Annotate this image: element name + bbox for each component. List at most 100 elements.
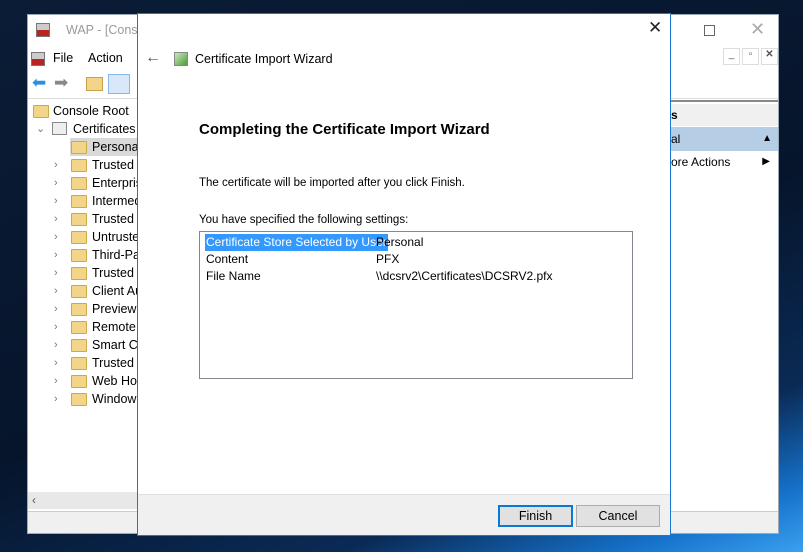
mmc-app-icon (36, 23, 50, 37)
actions-section-label: al (671, 132, 681, 146)
folder-icon (71, 267, 87, 280)
chevron-right-icon[interactable]: › (54, 156, 64, 174)
close-icon[interactable]: ✕ (648, 18, 662, 38)
tree-label: Console Root (53, 104, 129, 118)
tree-label: Certificates ( (73, 122, 138, 136)
tree-label: Trusted D (92, 356, 138, 370)
chevron-right-icon[interactable]: › (54, 210, 64, 228)
chevron-right-icon[interactable]: › (54, 318, 64, 336)
folder-icon (33, 105, 49, 118)
mdi-restore-button[interactable]: ▫ (742, 48, 759, 65)
tree-label: Enterpris (92, 176, 138, 190)
folder-icon (71, 375, 87, 388)
settings-list[interactable]: Certificate Store Selected by User Person… (199, 231, 633, 379)
back-arrow-icon[interactable]: ⬅ (32, 73, 46, 93)
folder-icon (71, 321, 87, 334)
actions-section-personal[interactable]: al ▲ (671, 127, 778, 151)
dialog-title: Certificate Import Wizard (195, 52, 333, 66)
wizard-message: The certificate will be imported after y… (199, 177, 465, 189)
tree-label: Remote (92, 320, 136, 334)
close-button[interactable]: ✕ (750, 19, 765, 40)
back-arrow-icon[interactable]: ← (145, 49, 161, 67)
settings-row[interactable]: File Name \\dcsrv2\Certificates\DCSRV2.pf… (205, 268, 625, 285)
tree-item[interactable]: › Third-Pa (54, 246, 138, 264)
tree-label: Client Au (92, 284, 138, 298)
tree-item[interactable]: › Web Hos (54, 372, 138, 390)
show-hide-tree-icon[interactable] (108, 74, 130, 94)
setting-name: Content (206, 252, 249, 266)
tree-item[interactable]: › Enterpris (54, 174, 138, 192)
tree-label: Smart Ca (92, 338, 138, 352)
chevron-right-icon[interactable]: › (54, 192, 64, 210)
folder-icon (71, 141, 87, 154)
tree-label: Trusted R (92, 158, 138, 172)
more-actions[interactable]: ore Actions ▶ (671, 152, 778, 172)
actions-header: s (671, 104, 778, 126)
folder-icon (71, 177, 87, 190)
tree-item[interactable]: › Smart Ca (54, 336, 138, 354)
folder-icon (71, 249, 87, 262)
tree-item[interactable]: › Trusted R (54, 156, 138, 174)
chevron-right-icon[interactable]: › (54, 246, 64, 264)
tree-item[interactable]: › Window (54, 390, 138, 408)
settings-row[interactable]: Certificate Store Selected by User Person… (205, 234, 625, 251)
tree-item[interactable]: › Intermed (54, 192, 138, 210)
forward-arrow-icon[interactable]: ➡ (54, 73, 68, 93)
setting-value: PFX (376, 252, 400, 266)
certificate-wizard-icon (174, 52, 188, 66)
folder-icon (71, 195, 87, 208)
setting-name: File Name (206, 269, 261, 283)
folder-icon (71, 339, 87, 352)
certificate-import-wizard-dialog: ✕ ← Certificate Import Wizard Completing… (137, 13, 671, 536)
actions-pane: s al ▲ ore Actions ▶ (671, 100, 778, 490)
dialog-footer: Finish Cancel (138, 494, 670, 535)
mmc-menu-icon (31, 52, 45, 66)
more-actions-label: ore Actions (671, 155, 731, 169)
maximize-button[interactable] (704, 25, 715, 36)
wizard-heading: Completing the Certificate Import Wizard (199, 121, 490, 138)
chevron-right-icon[interactable]: › (54, 354, 64, 372)
chevron-right-icon[interactable]: › (54, 336, 64, 354)
up-folder-icon[interactable] (86, 77, 103, 91)
setting-name: Certificate Store Selected by User (205, 234, 388, 251)
certificate-icon (52, 122, 67, 135)
tree-item[interactable]: › Remote (54, 318, 138, 336)
chevron-right-icon[interactable]: › (54, 372, 64, 390)
tree-item[interactable]: › Untruste (54, 228, 138, 246)
submenu-arrow-icon: ▶ (762, 156, 770, 167)
h-scrollbar[interactable]: ‹ (28, 492, 138, 509)
chevron-right-icon[interactable]: › (54, 174, 64, 192)
chevron-right-icon[interactable]: › (54, 282, 64, 300)
settings-label: You have specified the following setting… (199, 214, 409, 226)
tree-item[interactable]: › Trusted P (54, 264, 138, 282)
scroll-left-icon[interactable]: ‹ (32, 493, 36, 507)
folder-icon (71, 159, 87, 172)
tree-item[interactable]: › Trusted D (54, 354, 138, 372)
mdi-close-button[interactable]: ✕ (761, 48, 778, 65)
tree-label: Intermed (92, 194, 138, 208)
cancel-button[interactable]: Cancel (576, 505, 660, 527)
menu-file[interactable]: File (53, 51, 73, 65)
menu-action[interactable]: Action (88, 51, 123, 65)
folder-icon (71, 303, 87, 316)
tree-item[interactable]: › Client Au (54, 282, 138, 300)
chevron-right-icon[interactable]: › (54, 264, 64, 282)
tree-label: Trusted P (92, 212, 138, 226)
chevron-right-icon[interactable]: › (54, 390, 64, 408)
tree-item-certificates[interactable]: ⌄ Certificates ( (36, 120, 138, 138)
console-tree: Console Root ⌄ Certificates ( Personal › T… (28, 100, 138, 500)
finish-button[interactable]: Finish (498, 505, 573, 527)
setting-value: Personal (376, 235, 424, 249)
folder-icon (71, 285, 87, 298)
chevron-down-icon[interactable]: ⌄ (36, 120, 46, 138)
chevron-right-icon[interactable]: › (54, 300, 64, 318)
folder-icon (71, 231, 87, 244)
tree-item[interactable]: › Trusted P (54, 210, 138, 228)
chevron-right-icon[interactable]: › (54, 228, 64, 246)
tree-item[interactable]: Personal (70, 138, 138, 156)
tree-label: Window (92, 392, 137, 406)
collapse-up-icon[interactable]: ▲ (762, 127, 772, 151)
tree-item[interactable]: › Preview (54, 300, 138, 318)
mdi-minimize-button[interactable]: _ (723, 48, 740, 65)
settings-row[interactable]: Content PFX (205, 251, 625, 268)
